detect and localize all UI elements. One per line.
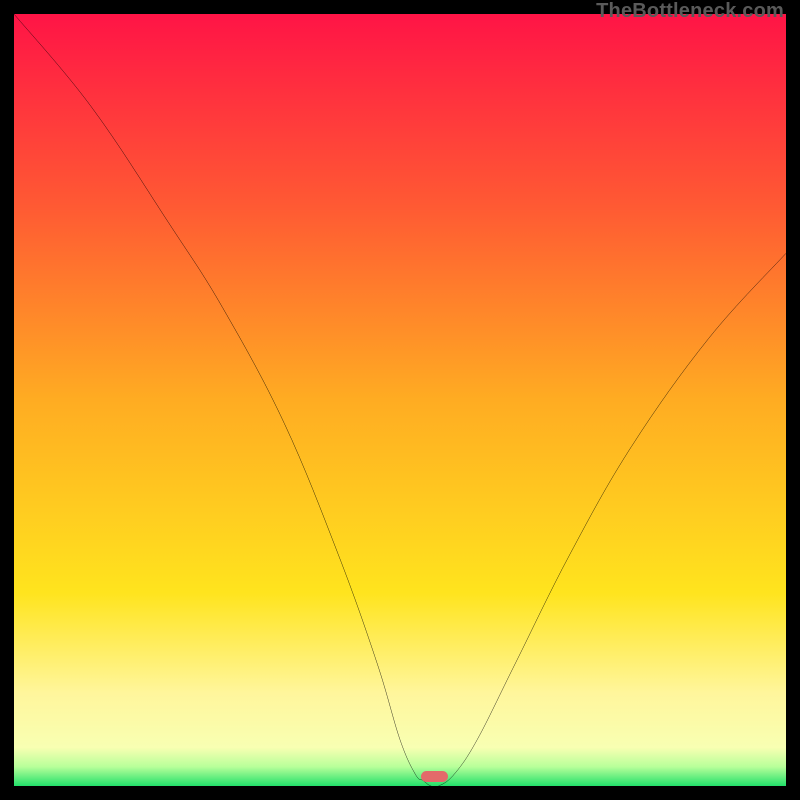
bottleneck-chart: TheBottleneck.com xyxy=(0,0,800,800)
plot-area xyxy=(14,14,786,786)
bottleneck-curve xyxy=(14,14,786,786)
optimal-range-marker xyxy=(421,771,448,782)
watermark-text: TheBottleneck.com xyxy=(596,0,784,23)
